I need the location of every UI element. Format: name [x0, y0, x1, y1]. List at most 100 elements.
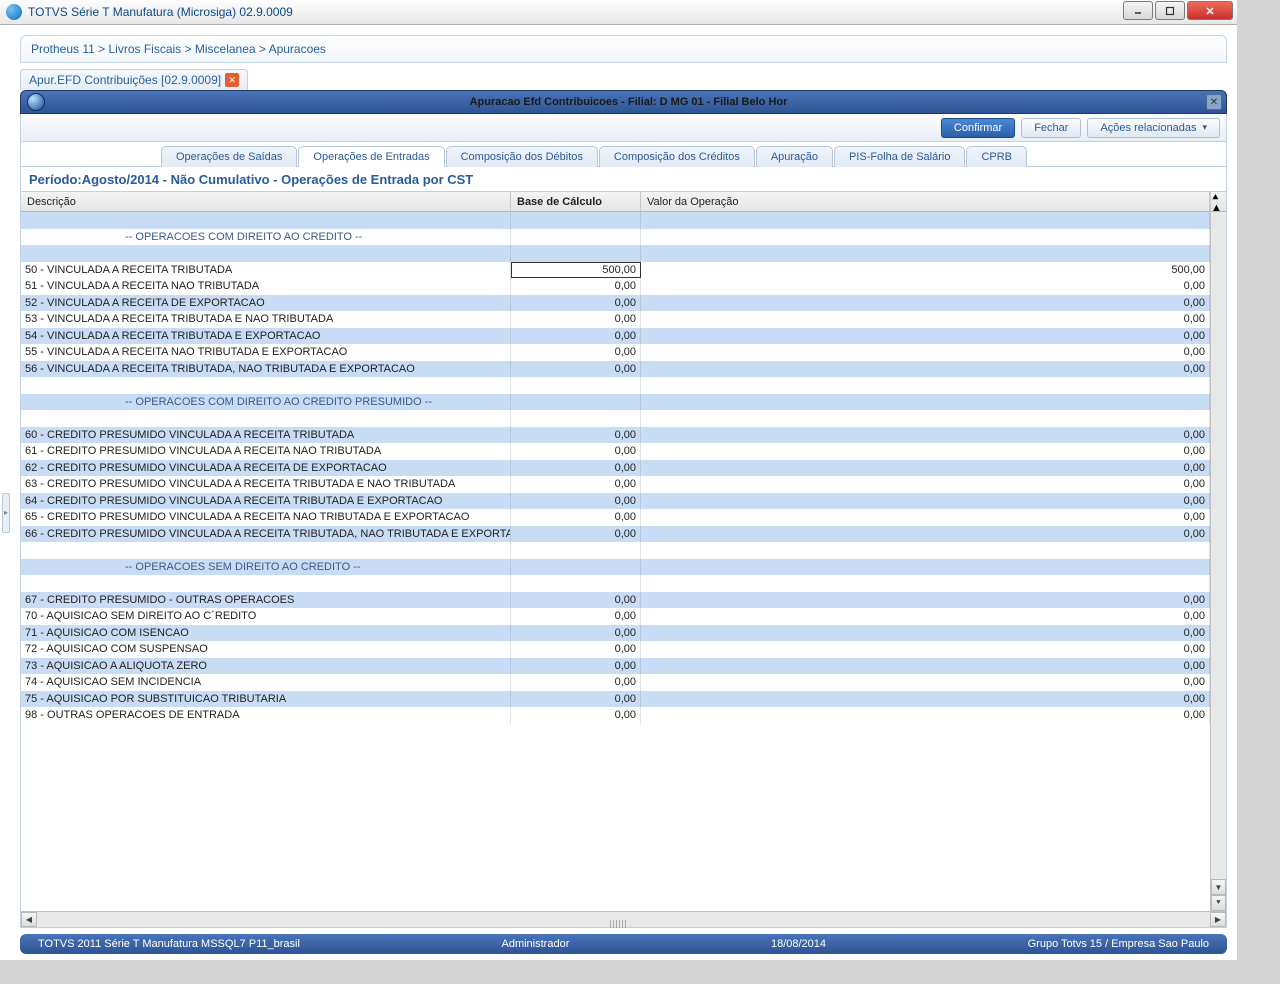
cell-base	[511, 575, 641, 592]
scroll-left-icon[interactable]: ◀	[21, 912, 37, 927]
related-actions-button[interactable]: Ações relacionadas	[1087, 118, 1220, 138]
cell-val: 0,00	[641, 311, 1210, 328]
table-row[interactable]: 63 - CREDITO PRESUMIDO VINCULADA A RECEI…	[21, 476, 1210, 493]
cell-val: 0,00	[641, 460, 1210, 477]
table-row[interactable]: 50 - VINCULADA A RECEITA TRIBUTADA 500,00…	[21, 262, 1210, 279]
cell-val	[641, 410, 1210, 427]
cell-base	[511, 394, 641, 411]
cell-desc: -- OPERACOES COM DIREITO AO CREDITO --	[21, 229, 511, 246]
cell-base	[511, 410, 641, 427]
scroll-down-icon[interactable]: ▼	[1211, 879, 1226, 895]
table-row[interactable]: 62 - CREDITO PRESUMIDO VINCULADA A RECEI…	[21, 460, 1210, 477]
sidebar-collapse-handle[interactable]: ▸	[2, 493, 10, 533]
document-tab-label: Apur.EFD Contribuições [02.9.0009]	[29, 73, 221, 87]
table-row[interactable]: 75 - AQUISICAO POR SUBSTITUICAO TRIBUTAR…	[21, 691, 1210, 708]
window-close-button[interactable]	[1187, 1, 1233, 20]
table-row[interactable]: 60 - CREDITO PRESUMIDO VINCULADA A RECEI…	[21, 427, 1210, 444]
scroll-up-icon[interactable]: ▲	[1211, 202, 1226, 212]
table-row[interactable]: 73 - AQUISICAO A ALIQUOTA ZERO0,000,00	[21, 658, 1210, 675]
cell-val: 0,00	[641, 641, 1210, 658]
table-row[interactable]	[21, 212, 1210, 229]
grid-body[interactable]: -- OPERACOES COM DIREITO AO CREDITO -- 50…	[21, 212, 1210, 911]
cell-desc: 74 - AQUISICAO SEM INCIDENCIA	[21, 674, 511, 691]
table-row[interactable]: 70 - AQUISICAO SEM DIREITO AO C´REDITO0,…	[21, 608, 1210, 625]
table-row[interactable]: 66 - CREDITO PRESUMIDO VINCULADA A RECEI…	[21, 526, 1210, 543]
cell-desc: 55 - VINCULADA A RECEITA NAO TRIBUTADA E…	[21, 344, 511, 361]
scroll-top-icon[interactable]: ⯅	[1211, 192, 1226, 202]
cell-val: 0,00	[641, 278, 1210, 295]
table-row[interactable]	[21, 410, 1210, 427]
tab-pis-folha-de-sal-rio[interactable]: PIS-Folha de Salário	[834, 146, 966, 167]
column-header-descricao[interactable]: Descrição	[21, 192, 511, 211]
cell-desc	[21, 212, 511, 229]
cell-desc: 50 - VINCULADA A RECEITA TRIBUTADA	[21, 262, 511, 279]
cell-val: 500,00	[641, 262, 1210, 279]
column-header-base[interactable]: Base de Cálculo	[511, 192, 641, 211]
table-row[interactable]: 56 - VINCULADA A RECEITA TRIBUTADA, NAO …	[21, 361, 1210, 378]
cell-base: 0,00	[511, 460, 641, 477]
tab-apura-o[interactable]: Apuração	[756, 146, 833, 167]
cell-val: 0,00	[641, 625, 1210, 642]
tab-composi-o-dos-d-bitos[interactable]: Composição dos Débitos	[446, 146, 598, 167]
scroll-bottom-icon[interactable]: ⯆	[1211, 895, 1226, 911]
cell-val: 0,00	[641, 344, 1210, 361]
cell-base: 0,00	[511, 344, 641, 361]
cell-val: 0,00	[641, 509, 1210, 526]
cell-val: 0,00	[641, 608, 1210, 625]
tab-composi-o-dos-cr-ditos[interactable]: Composição dos Créditos	[599, 146, 755, 167]
scroll-right-icon[interactable]: ▶	[1210, 912, 1226, 927]
cell-val: 0,00	[641, 526, 1210, 543]
table-row[interactable]: 71 - AQUISICAO COM ISENCAO0,000,00	[21, 625, 1210, 642]
table-row[interactable]	[21, 377, 1210, 394]
cell-desc: 53 - VINCULADA A RECEITA TRIBUTADA E NAO…	[21, 311, 511, 328]
action-bar: Confirmar Fechar Ações relacionadas	[20, 114, 1227, 142]
column-header-valor[interactable]: Valor da Operação	[641, 192, 1210, 211]
table-row[interactable]: 51 - VINCULADA A RECEITA NAO TRIBUTADA0,…	[21, 278, 1210, 295]
tabs-row: Operações de SaídasOperações de Entradas…	[20, 142, 1227, 166]
cell-val	[641, 377, 1210, 394]
cell-val: 0,00	[641, 328, 1210, 345]
window-minimize-button[interactable]	[1123, 1, 1153, 20]
cell-base: 0,00	[511, 295, 641, 312]
tab-opera-es-de-sa-das[interactable]: Operações de Saídas	[161, 146, 297, 167]
table-row[interactable]: 65 - CREDITO PRESUMIDO VINCULADA A RECEI…	[21, 509, 1210, 526]
document-tab[interactable]: Apur.EFD Contribuições [02.9.0009] ✕	[20, 69, 248, 90]
tab-opera-es-de-entradas[interactable]: Operações de Entradas	[298, 146, 444, 167]
tab-cprb[interactable]: CPRB	[966, 146, 1027, 167]
status-bar: TOTVS 2011 Série T Manufatura MSSQL7 P11…	[20, 934, 1227, 954]
table-row[interactable]: 52 - VINCULADA A RECEITA DE EXPORTACAO0,…	[21, 295, 1210, 312]
window-maximize-button[interactable]	[1155, 1, 1185, 20]
table-row[interactable]: 55 - VINCULADA A RECEITA NAO TRIBUTADA E…	[21, 344, 1210, 361]
table-row[interactable]: -- OPERACOES COM DIREITO AO CREDITO --	[21, 229, 1210, 246]
breadcrumb[interactable]: Protheus 11 > Livros Fiscais > Miscelane…	[31, 42, 1216, 56]
table-row[interactable]	[21, 542, 1210, 559]
cell-desc: 66 - CREDITO PRESUMIDO VINCULADA A RECEI…	[21, 526, 511, 543]
status-company: Grupo Totvs 15 / Empresa Sao Paulo	[1010, 938, 1227, 950]
vertical-scrollbar[interactable]: ▼ ⯆	[1210, 212, 1226, 911]
table-row[interactable]: 74 - AQUISICAO SEM INCIDENCIA0,000,00	[21, 674, 1210, 691]
table-row[interactable]	[21, 575, 1210, 592]
table-row[interactable]: -- OPERACOES COM DIREITO AO CREDITO PRES…	[21, 394, 1210, 411]
close-button[interactable]: Fechar	[1021, 118, 1081, 138]
table-row[interactable]	[21, 245, 1210, 262]
cell-val: 0,00	[641, 493, 1210, 510]
horizontal-scrollbar[interactable]: ◀ ▶	[21, 911, 1226, 927]
cell-desc: 64 - CREDITO PRESUMIDO VINCULADA A RECEI…	[21, 493, 511, 510]
table-row[interactable]: 53 - VINCULADA A RECEITA TRIBUTADA E NAO…	[21, 311, 1210, 328]
cell-desc: 52 - VINCULADA A RECEITA DE EXPORTACAO	[21, 295, 511, 312]
table-row[interactable]: -- OPERACOES SEM DIREITO AO CREDITO --	[21, 559, 1210, 576]
panel-close-icon[interactable]: ✕	[1206, 94, 1222, 110]
confirm-button[interactable]: Confirmar	[941, 118, 1015, 138]
table-row[interactable]: 61 - CREDITO PRESUMIDO VINCULADA A RECEI…	[21, 443, 1210, 460]
table-row[interactable]: 98 - OUTRAS OPERACOES DE ENTRADA0,000,00	[21, 707, 1210, 724]
cell-val	[641, 575, 1210, 592]
table-row[interactable]: 64 - CREDITO PRESUMIDO VINCULADA A RECEI…	[21, 493, 1210, 510]
table-row[interactable]: 54 - VINCULADA A RECEITA TRIBUTADA E EXP…	[21, 328, 1210, 345]
status-user: Administrador	[484, 938, 588, 950]
cell-base: 0,00	[511, 311, 641, 328]
period-label: Período:Agosto/2014 - Não Cumulativo - O…	[20, 166, 1227, 192]
table-row[interactable]: 72 - AQUISICAO COM SUSPENSAO0,000,00	[21, 641, 1210, 658]
table-row[interactable]: 67 - CREDITO PRESUMIDO - OUTRAS OPERACOE…	[21, 592, 1210, 609]
document-tab-close-icon[interactable]: ✕	[225, 73, 239, 87]
cell-desc: 65 - CREDITO PRESUMIDO VINCULADA A RECEI…	[21, 509, 511, 526]
